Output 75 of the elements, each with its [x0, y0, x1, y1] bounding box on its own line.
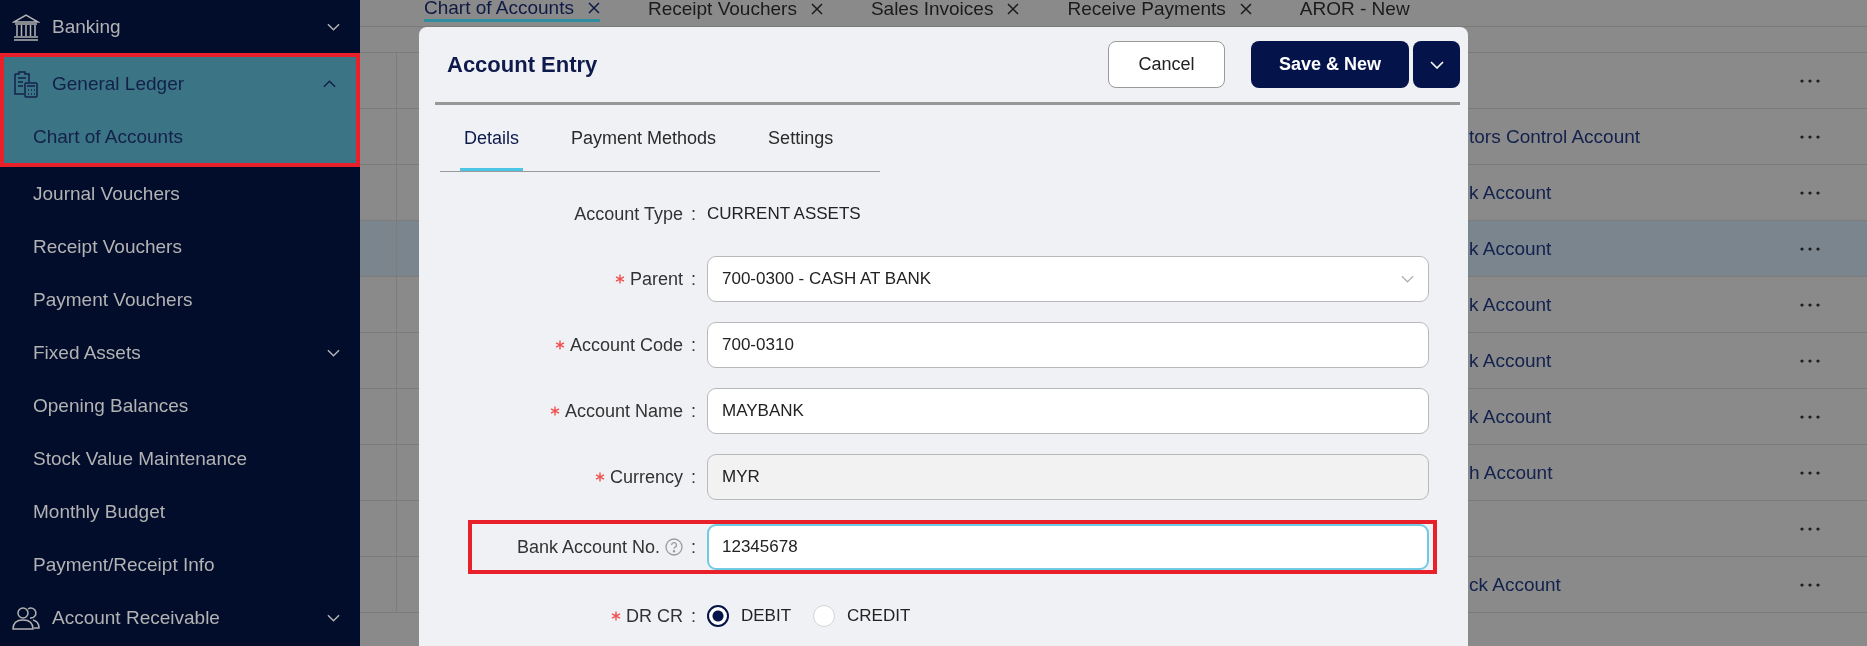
bank-icon	[12, 12, 40, 41]
field-label: Parent	[629, 268, 683, 290]
required-icon	[594, 472, 605, 482]
page-tab[interactable]: Receipt Vouchers	[647, 0, 823, 22]
clipboard-calculator-icon	[12, 69, 40, 98]
table-cell-text: k Account	[1469, 349, 1553, 372]
page-tab[interactable]: AROR - New	[1299, 0, 1410, 22]
radio-button[interactable]	[707, 605, 729, 627]
page-tab[interactable]: Sales Invoices	[870, 0, 1020, 22]
more-icon[interactable]	[1800, 358, 1820, 363]
sidebar-item[interactable]: Receipt Vouchers	[0, 220, 360, 273]
required-icon	[614, 274, 625, 284]
required-icon	[611, 611, 621, 621]
field-value: CURRENT ASSETS	[707, 204, 862, 224]
label-colon: :	[691, 268, 696, 290]
table-cell-text: h Account	[1469, 461, 1554, 484]
cancel-button[interactable]: Cancel	[1108, 41, 1225, 88]
table-cell-text: k Account	[1469, 237, 1553, 260]
caret-icon	[1401, 275, 1414, 283]
field-label: Account Name	[564, 400, 683, 422]
sidebar-item[interactable]: Payment/Receipt Info	[0, 538, 360, 591]
required-icon	[554, 340, 565, 350]
more-icon[interactable]	[1800, 582, 1820, 587]
sidebar-item[interactable]: Banking	[0, 0, 360, 53]
field-label: Bank Account No.	[516, 536, 660, 558]
table-cell-text: ck Account	[1469, 573, 1562, 596]
close-icon[interactable]	[587, 1, 600, 14]
dropdown-button[interactable]	[1413, 41, 1460, 88]
sidebar-item[interactable]: Monthly Budget	[0, 485, 360, 538]
field-label: DR CR	[626, 605, 683, 627]
dialog-tab[interactable]: Payment Methods	[567, 105, 721, 171]
dialog-title: Account Entry	[447, 51, 598, 78]
label-colon: :	[691, 400, 696, 422]
more-icon[interactable]	[1800, 526, 1820, 531]
label-colon: :	[691, 466, 696, 488]
radio-option[interactable]: DEBIT	[707, 605, 792, 627]
required-icon	[549, 406, 560, 416]
more-icon[interactable]	[1800, 134, 1820, 139]
label-colon: :	[691, 605, 696, 627]
page-tab[interactable]: Receive Payments	[1067, 0, 1252, 22]
select-field[interactable]: 700-0300 - CASH AT BANK	[707, 256, 1429, 302]
dialog-tab[interactable]: Details	[460, 105, 524, 171]
table-cell-text: k Account	[1469, 293, 1553, 316]
field-label: Account Type	[574, 203, 683, 225]
more-icon[interactable]	[1800, 414, 1820, 419]
more-icon[interactable]	[1800, 246, 1820, 251]
more-icon[interactable]	[1800, 302, 1820, 307]
close-icon[interactable]	[1239, 3, 1252, 15]
sidebar-item[interactable]: Opening Balances	[0, 379, 360, 432]
dialog-tab[interactable]: Settings	[764, 105, 838, 171]
input-field[interactable]: 700-0310	[707, 322, 1429, 368]
caret-icon	[1429, 60, 1444, 69]
field-label: Currency	[609, 466, 683, 488]
more-icon[interactable]	[1800, 470, 1820, 475]
sidebar-item[interactable]: Fixed Assets	[0, 326, 360, 379]
sidebar-item[interactable]: Payment Vouchers	[0, 273, 360, 326]
sidebar-item[interactable]: Stock Value Maintenance	[0, 432, 360, 485]
radio-option[interactable]: CREDIT	[813, 605, 911, 627]
field-label: Account Code	[569, 334, 683, 356]
sidebar-item[interactable]: Journal Vouchers	[0, 167, 360, 220]
table-cell-text: k Account	[1469, 405, 1553, 428]
label-colon: :	[691, 334, 696, 356]
table-cell-text: k Account	[1469, 181, 1553, 204]
sidebar-item[interactable]: Account Receivable	[0, 591, 360, 644]
close-icon[interactable]	[810, 3, 823, 15]
more-icon[interactable]	[1800, 78, 1820, 83]
close-icon[interactable]	[1007, 3, 1020, 15]
input-field[interactable]: MAYBANK	[707, 388, 1429, 434]
page-tab[interactable]: Chart of Accounts	[424, 0, 600, 22]
label-colon: :	[691, 536, 696, 558]
table-cell-text: tors Control Account	[1469, 125, 1642, 148]
save-button[interactable]: Save & New	[1251, 41, 1409, 88]
input-field[interactable]: 12345678	[707, 524, 1429, 570]
more-icon[interactable]	[1800, 190, 1820, 195]
label-colon: :	[691, 203, 696, 225]
